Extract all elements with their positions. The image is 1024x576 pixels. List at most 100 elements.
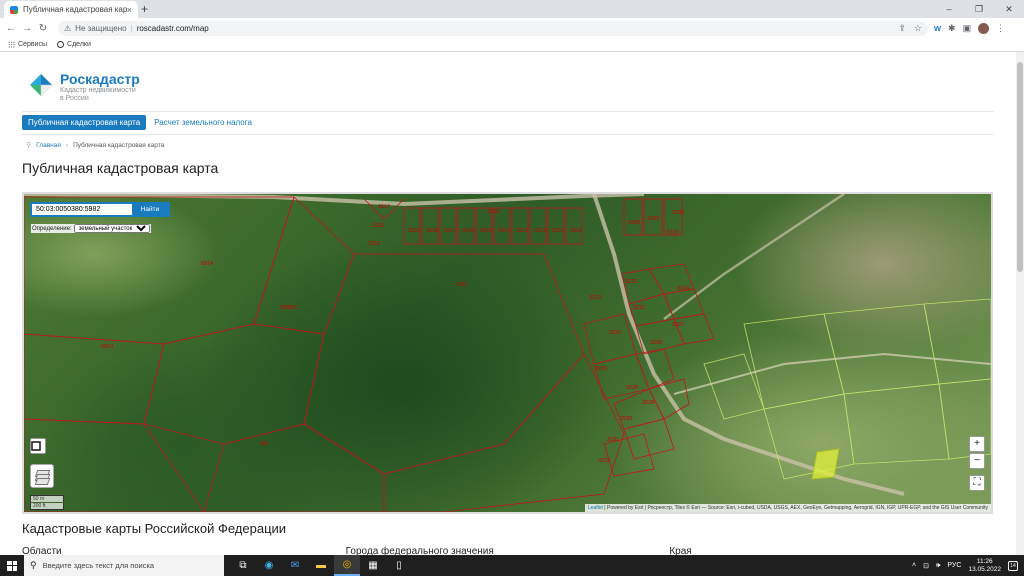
bookmark-services[interactable]: Сервисы xyxy=(8,41,47,48)
cadastral-search: Найти xyxy=(30,202,170,217)
nav-land-tax[interactable]: Расчет земельного налога xyxy=(154,118,252,127)
page-scrollbar[interactable] xyxy=(1016,52,1024,555)
reload-icon[interactable]: ↻ xyxy=(36,23,50,34)
scale-imperial: 200 ft xyxy=(30,503,64,510)
clock[interactable]: 11:26 13.05.2022 xyxy=(968,558,1001,574)
site-favicon-icon xyxy=(10,5,18,14)
leaflet-link[interactable]: Leaflet xyxy=(588,505,603,511)
browser-tab[interactable]: Публичная кадастровая карта × xyxy=(4,1,138,18)
forward-arrow-icon[interactable]: → xyxy=(20,23,34,34)
layers-icon[interactable] xyxy=(30,464,54,488)
language-indicator[interactable]: РУС xyxy=(947,562,961,569)
plot-label: 3211 xyxy=(552,228,564,234)
scale-metric: 50 m xyxy=(30,495,64,502)
notification-icon[interactable]: 14 xyxy=(1008,560,1018,571)
definition-select[interactable]: земельный участок xyxy=(73,224,150,233)
explorer-folder-icon[interactable]: ▬ xyxy=(308,555,334,576)
zoom-in-button[interactable]: + xyxy=(969,436,985,452)
plot-label: 3215 xyxy=(480,228,492,234)
close-window-button[interactable]: ✕ xyxy=(994,0,1024,18)
scrollbar-thumb[interactable] xyxy=(1017,62,1023,272)
main-nav: Публичная кадастровая карта Расчет земел… xyxy=(22,115,252,130)
menu-kebab-icon[interactable]: ⋮ xyxy=(996,23,1005,34)
expand-icon[interactable]: ⛶ xyxy=(969,475,985,491)
globe-icon xyxy=(57,41,65,48)
zoom-out-button[interactable]: − xyxy=(969,453,985,469)
selected-parcel[interactable] xyxy=(811,448,840,480)
taskbar-search-placeholder: Введите здесь текст для поиска xyxy=(42,561,155,570)
fullscreen-square-icon[interactable] xyxy=(30,438,46,454)
plot-label: 3208 xyxy=(672,210,684,216)
plot-label: 3258 xyxy=(487,209,499,215)
definition-row: Определение: земельный участок xyxy=(31,224,151,233)
column-heading: Области xyxy=(22,546,62,555)
breadcrumb-home[interactable]: Главная xyxy=(36,142,61,149)
window-controls: – ❐ ✕ xyxy=(934,0,1024,18)
address-bar[interactable]: ⚠ Не защищено | roscadastr.com/map ⇪ ☆ xyxy=(58,20,928,36)
definition-label: Определение: xyxy=(32,225,72,232)
plot-label: 3232 xyxy=(598,458,610,464)
back-arrow-icon[interactable]: ← xyxy=(4,23,18,34)
share-icon[interactable]: ⇪ xyxy=(898,23,906,34)
tab-title: Публичная кадастровая карта xyxy=(23,5,127,14)
roscadastr-logo-icon xyxy=(28,72,54,98)
security-status[interactable]: Не защищено xyxy=(75,24,126,33)
edge-icon[interactable]: ◉ xyxy=(256,555,282,576)
nav-cadastral-map[interactable]: Публичная кадастровая карта xyxy=(22,115,147,130)
search-button[interactable]: Найти xyxy=(132,204,168,215)
taskbar-apps: ⧉ ◉ ✉ ▬ ◎ ▦ ▯ xyxy=(230,555,412,576)
plot-label: 3209 xyxy=(647,216,659,222)
plot-label: 3118 xyxy=(372,223,384,229)
plot-labels: 3117 3258 3118 3119 6814 4111 3223 3222 … xyxy=(101,204,689,464)
network-icon[interactable]: ⊡ xyxy=(923,562,929,570)
star-icon[interactable]: ☆ xyxy=(914,23,922,34)
chrome-icon[interactable]: ◎ xyxy=(334,555,360,576)
chevron-up-icon[interactable]: ˄ xyxy=(912,562,916,569)
region-columns: Области Города федерального значения Кра… xyxy=(22,546,993,555)
new-tab-button[interactable]: + xyxy=(141,2,148,16)
plot-label: 3230 xyxy=(620,416,632,422)
extension-w-icon[interactable]: w xyxy=(934,23,941,33)
mail-icon[interactable]: ✉ xyxy=(282,555,308,576)
volume-icon[interactable]: 🕪 xyxy=(936,562,940,570)
plot-label: 3227 xyxy=(672,322,684,328)
bookmark-deals[interactable]: Сделки xyxy=(57,41,91,48)
store-icon[interactable]: ▦ xyxy=(360,555,386,576)
page-viewport: Роскадастр Кадастр недвижимости в России… xyxy=(0,52,1016,555)
page-title: Публичная кадастровая карта xyxy=(22,160,219,176)
url-text[interactable]: roscadastr.com/map xyxy=(137,24,891,33)
plot-label: 3212 xyxy=(534,228,546,234)
column-heading: Города федерального значения xyxy=(345,546,494,555)
windows-taskbar: ⚲ Введите здесь текст для поиска ⧉ ◉ ✉ ▬… xyxy=(0,555,1024,576)
start-button[interactable] xyxy=(0,555,24,576)
taskbar-search[interactable]: ⚲ Введите здесь текст для поиска xyxy=(24,555,224,576)
task-view-icon[interactable]: ⧉ xyxy=(230,555,256,576)
site-logo[interactable]: Роскадастр Кадастр недвижимости в России xyxy=(28,72,140,103)
extensions-puzzle-icon[interactable]: ✱ xyxy=(948,23,956,34)
plot-label: 3223 xyxy=(589,295,601,301)
parcel-overlay: 3117 3258 3118 3119 6814 4111 3223 3222 … xyxy=(24,194,991,512)
brand-subtitle: в России xyxy=(60,95,89,102)
plot-label: 661 xyxy=(260,441,269,447)
plot-label: 3217 xyxy=(444,228,456,234)
document-icon[interactable]: ▯ xyxy=(386,555,412,576)
sidepanel-icon[interactable]: ▣ xyxy=(963,23,972,34)
cadastral-map[interactable]: 3117 3258 3118 3119 6814 4111 3223 3222 … xyxy=(22,192,993,514)
plot-label: 3233 xyxy=(666,230,678,236)
plot-label: 3234 xyxy=(677,286,689,292)
plot-label: 3222 xyxy=(625,279,637,285)
profile-avatar[interactable]: C xyxy=(978,22,990,34)
tab-close-icon[interactable]: × xyxy=(127,5,132,15)
plot-label: 3219 xyxy=(408,228,420,234)
map-attribution: Leaflet | Powered by Esri | Росреестр, T… xyxy=(584,504,991,512)
plot-label: 3214 xyxy=(498,228,510,234)
plot-label: 3229 xyxy=(626,385,638,391)
location-pin-icon: ⚲ xyxy=(26,142,32,149)
search-icon: ⚲ xyxy=(30,560,37,570)
minimize-button[interactable]: – xyxy=(934,0,964,18)
maximize-button[interactable]: ❐ xyxy=(964,0,994,18)
clock-time: 11:26 xyxy=(976,557,993,565)
plot-label: 6814 xyxy=(201,261,213,267)
cadastral-number-input[interactable] xyxy=(32,204,132,215)
plot-label: 3218 xyxy=(426,228,438,234)
